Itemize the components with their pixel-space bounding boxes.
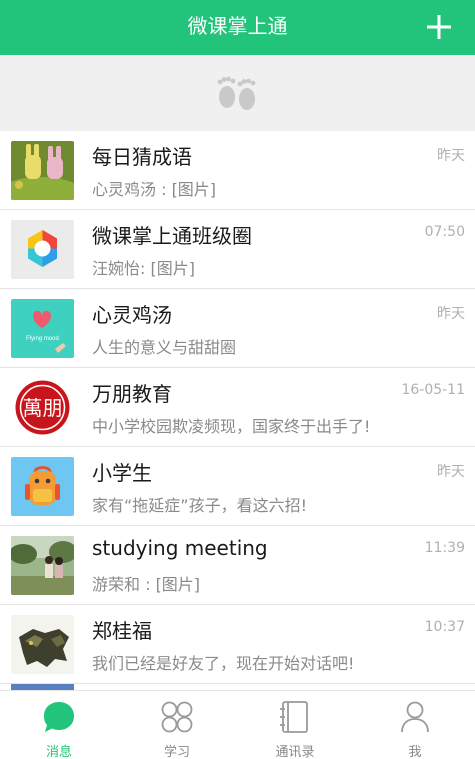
conversation-preview: 我们已经是好友了，现在开始对话吧! [92, 654, 355, 673]
conversation-time: 16-05-11 [401, 382, 465, 398]
plus-icon[interactable] [425, 13, 453, 41]
page-title: 微课掌上通 [187, 14, 288, 38]
tab-label: 消息 [45, 745, 72, 759]
tab-label: 学习 [163, 745, 190, 759]
conversation-item-class-circle[interactable]: 微课掌上通班级圈 07:50 汪婉怡: [图片] [0, 210, 475, 289]
conversation-time: 07:50 [424, 224, 465, 240]
conversation-preview: 人生的意义与甜甜圈 [92, 338, 237, 357]
avatar-caption: Flying mood [26, 336, 59, 342]
tab-contacts[interactable]: 通讯录 [236, 691, 354, 759]
conversation-name: 每日猜成语 [92, 145, 192, 169]
group-photo-image [11, 536, 74, 595]
tab-study[interactable]: 学习 [118, 691, 236, 759]
flying-mood-heart-image: Flying mood [11, 299, 74, 358]
conversation-time: 10:37 [424, 619, 465, 635]
tab-label: 我 [408, 745, 422, 759]
seal-text: 萬朋 [23, 396, 63, 420]
avatar [11, 536, 74, 595]
conversation-time: 11:39 [424, 540, 465, 556]
chat-bubble-icon [44, 702, 74, 732]
avatar [11, 141, 74, 200]
conversation-item-pupil[interactable]: 小学生 昨天 家有“拖延症”孩子，看这六招! [0, 447, 475, 526]
backpack-icon [11, 457, 74, 516]
avatar [11, 220, 74, 279]
conversation-name: 小学生 [92, 461, 152, 485]
conversation-preview: 游荣和 : [图片] [92, 575, 201, 594]
top-bar: 微课掌上通 [0, 0, 475, 55]
conversation-preview: 心灵鸡汤 : [图片] [92, 180, 217, 199]
conversation-name: studying meeting [92, 536, 268, 560]
avatar: Flying mood [11, 299, 74, 358]
conversation-preview: 中小学校园欺凌频现，国家终于出手了! [92, 417, 371, 436]
conversation-item-daily-idiom[interactable]: 每日猜成语 昨天 心灵鸡汤 : [图片] [0, 131, 475, 210]
conversation-name: 微课掌上通班级圈 [92, 224, 252, 248]
conversation-name: 郑桂福 [92, 619, 152, 643]
pull-to-refresh-area [0, 55, 475, 131]
conversation-item-zheng-guifu[interactable]: 郑桂福 10:37 我们已经是好友了，现在开始对话吧! [0, 605, 475, 684]
conversation-name: 万朋教育 [92, 382, 172, 406]
bunnies-image [11, 141, 74, 200]
contacts-book-icon [280, 701, 308, 733]
conversation-preview: 汪婉怡: [图片] [92, 259, 195, 278]
grid-icon [161, 701, 193, 733]
colorful-hexagon-logo-icon [11, 220, 74, 279]
conversation-time: 昨天 [437, 464, 465, 480]
conversation-name: 心灵鸡汤 [92, 303, 172, 327]
conversation-time: 昨天 [437, 306, 465, 322]
avatar [11, 615, 74, 674]
conversation-preview: 家有“拖延症”孩子，看这六招! [92, 496, 307, 515]
conversation-item-wanpeng-education[interactable]: 萬朋 万朋教育 16-05-11 中小学校园欺凌频现，国家终于出手了! [0, 368, 475, 447]
message-list: 每日猜成语 昨天 心灵鸡汤 : [图片] 微课掌上通班级圈 07:50 汪婉怡:… [0, 131, 475, 690]
tab-label: 通讯录 [275, 745, 315, 759]
tab-me[interactable]: 我 [356, 691, 474, 759]
footprints-icon [217, 76, 256, 110]
app-screen: 微课掌上通 每日猜成语 昨天 心灵鸡汤: [图片] 微课掌上通班级圈 07:5… [0, 0, 475, 759]
person-icon [401, 701, 429, 733]
bottom-tab-bar: 消息 学习 通讯录 我 [0, 690, 475, 759]
conversation-item-studying-meeting[interactable]: studying meeting 11:39 游荣和 : [图片] [0, 526, 475, 605]
wanpeng-seal-logo: 萬朋 [11, 378, 74, 437]
avatar [11, 457, 74, 516]
conversation-item-chicken-soup[interactable]: Flying mood 心灵鸡汤 昨天 人生的意义与甜甜圈 [0, 289, 475, 368]
mecha-lion-image [11, 615, 74, 674]
tab-messages[interactable]: 消息 [0, 691, 118, 759]
conversation-time: 昨天 [437, 148, 465, 164]
avatar: 萬朋 [11, 378, 74, 437]
